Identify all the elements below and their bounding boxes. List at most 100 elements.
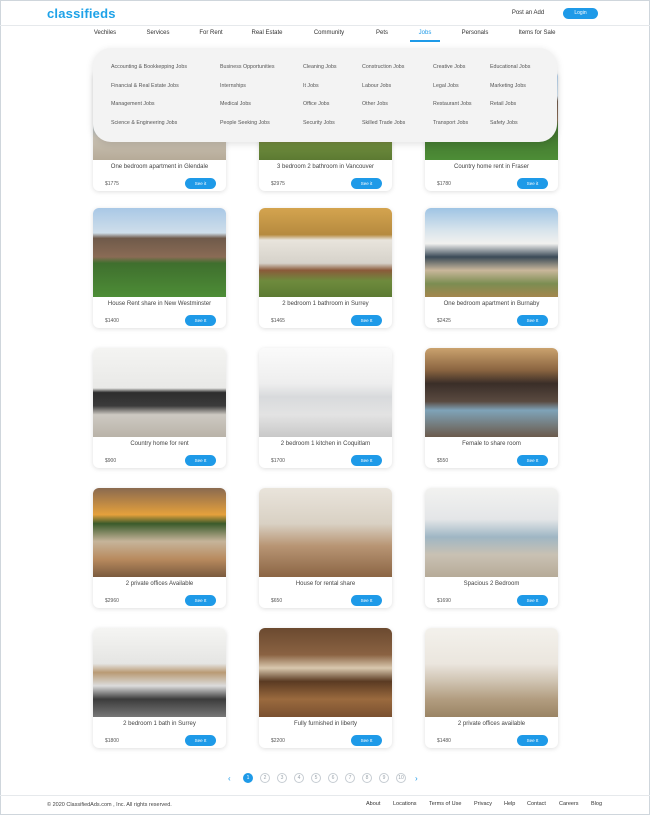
menu-item-marketing-jobs[interactable]: Marketing Jobs (490, 83, 526, 89)
listing-card[interactable]: Spacious 2 Bedroom $1690 See It (425, 488, 558, 608)
menu-item-office-jobs[interactable]: Office Jobs (303, 101, 329, 107)
listing-card[interactable]: Country home for rent $900 See It (93, 348, 226, 468)
listing-card[interactable]: Female to share room $550 See It (425, 348, 558, 468)
footer-link-blog[interactable]: Blog (591, 801, 602, 807)
listing-title[interactable]: 2 private offices Available (95, 581, 224, 587)
listing-title[interactable]: 2 bedroom 1 bath in Surrey (95, 721, 224, 727)
menu-item-medical-jobs[interactable]: Medical Jobs (220, 101, 251, 107)
see-it-button[interactable]: See It (351, 595, 382, 606)
nav-item-jobs[interactable]: Jobs (413, 30, 437, 36)
page-button-9[interactable]: 9 (379, 773, 389, 783)
menu-item-other-jobs[interactable]: Other Jobs (362, 101, 388, 107)
footer-link-terms[interactable]: Terms of Use (429, 801, 461, 807)
menu-item-labour-jobs[interactable]: Labour Jobs (362, 83, 391, 89)
menu-item-educational-jobs[interactable]: Educational Jobs (490, 64, 530, 70)
see-it-button[interactable]: See It (517, 735, 548, 746)
nav-item-vehicles[interactable]: Vechiles (90, 30, 120, 36)
listing-title[interactable]: One bedroom apartment in Burnaby (427, 301, 556, 307)
menu-item-construction-jobs[interactable]: Construction Jobs (362, 64, 404, 70)
menu-item-transport-jobs[interactable]: Transport Jobs (433, 120, 468, 126)
see-it-button[interactable]: See It (185, 315, 216, 326)
listing-title[interactable]: Female to share room (427, 441, 556, 447)
listing-title[interactable]: Country home for rent (95, 441, 224, 447)
listing-card[interactable]: 2 bedroom 1 bath in Surrey $1800 See It (93, 628, 226, 748)
footer-link-contact[interactable]: Contact (527, 801, 546, 807)
menu-item-it-jobs[interactable]: It Jobs (303, 83, 319, 89)
menu-item-creative-jobs[interactable]: Creative Jobs (433, 64, 465, 70)
listing-card[interactable]: 2 bedroom 1 kitchen in Coquitlam $1700 S… (259, 348, 392, 468)
listing-title[interactable]: Spacious 2 Bedroom (427, 581, 556, 587)
see-it-button[interactable]: See It (517, 315, 548, 326)
listing-photo[interactable] (259, 628, 392, 717)
menu-item-legal-jobs[interactable]: Legal Jobs (433, 83, 459, 89)
menu-item-retail-jobs[interactable]: Retail Jobs (490, 101, 516, 107)
nav-item-real-estate[interactable]: Real Estate (248, 30, 286, 36)
nav-item-for-rent[interactable]: For Rent (195, 30, 227, 36)
page-button-2[interactable]: 2 (260, 773, 270, 783)
page-button-6[interactable]: 6 (328, 773, 338, 783)
menu-item-accounting-jobs[interactable]: Accounting & Bookkepping Jobs (111, 64, 187, 70)
listing-title[interactable]: 2 bedroom 1 kitchen in Coquitlam (261, 441, 390, 447)
menu-item-business-opportunities[interactable]: Business Opportunities (220, 64, 274, 70)
listing-photo[interactable] (93, 488, 226, 577)
page-button-3[interactable]: 3 (277, 773, 287, 783)
menu-item-restaurant-jobs[interactable]: Restaurant Jobs (433, 101, 472, 107)
listing-title[interactable]: One bedroom apartment in Glendale (95, 164, 224, 170)
listing-photo[interactable] (93, 348, 226, 437)
listing-photo[interactable] (93, 628, 226, 717)
listing-card[interactable]: 2 private offices Available $2960 See It (93, 488, 226, 608)
nav-item-personals[interactable]: Personals (458, 30, 492, 36)
see-it-button[interactable]: See It (351, 735, 382, 746)
listing-photo[interactable] (259, 488, 392, 577)
footer-link-locations[interactable]: Locations (393, 801, 417, 807)
see-it-button[interactable]: See It (185, 735, 216, 746)
listing-photo[interactable] (259, 348, 392, 437)
menu-item-science-jobs[interactable]: Science & Engineering Jobs (111, 120, 177, 126)
page-button-10[interactable]: 10 (396, 773, 406, 783)
chevron-right-icon[interactable]: › (415, 774, 418, 783)
listing-title[interactable]: 3 bedroom 2 bathroom in Vancouver (261, 164, 390, 170)
listing-photo[interactable] (259, 208, 392, 297)
listing-photo[interactable] (93, 208, 226, 297)
listing-card[interactable]: House for rental share $650 See It (259, 488, 392, 608)
footer-link-about[interactable]: About (366, 801, 380, 807)
footer-link-help[interactable]: Help (504, 801, 515, 807)
nav-item-pets[interactable]: Pets (372, 30, 392, 36)
menu-item-cleaning-jobs[interactable]: Cleaning Jobs (303, 64, 337, 70)
page-button-1[interactable]: 1 (243, 773, 253, 783)
listing-card[interactable]: One bedroom apartment in Burnaby $2425 S… (425, 208, 558, 328)
see-it-button[interactable]: See It (517, 455, 548, 466)
listing-title[interactable]: 2 private offices available (427, 721, 556, 727)
menu-item-skilled-trade-jobs[interactable]: Skilled Trade Jobs (362, 120, 405, 126)
see-it-button[interactable]: See It (351, 455, 382, 466)
see-it-button[interactable]: See It (185, 595, 216, 606)
listing-photo[interactable] (425, 348, 558, 437)
nav-item-community[interactable]: Community (308, 30, 350, 36)
page-button-8[interactable]: 8 (362, 773, 372, 783)
menu-item-financial-jobs[interactable]: Financial & Real Estate Jobs (111, 83, 179, 89)
see-it-button[interactable]: See it (351, 178, 382, 189)
listing-title[interactable]: 2 bedroom 1 bathroom in Surrey (261, 301, 390, 307)
see-it-button[interactable]: See It (351, 315, 382, 326)
menu-item-people-seeking-jobs[interactable]: People Seeking Jobs (220, 120, 270, 126)
listing-photo[interactable] (425, 208, 558, 297)
page-button-4[interactable]: 4 (294, 773, 304, 783)
login-button[interactable]: Login (563, 8, 598, 19)
listing-card[interactable]: 2 private offices available $1480 See It (425, 628, 558, 748)
footer-link-privacy[interactable]: Privacy (474, 801, 492, 807)
menu-item-security-jobs[interactable]: Security Jobs (303, 120, 335, 126)
listing-card[interactable]: 2 bedroom 1 bathroom in Surrey $1465 See… (259, 208, 392, 328)
listing-title[interactable]: House for rental share (261, 581, 390, 587)
menu-item-safety-jobs[interactable]: Safety Jobs (490, 120, 518, 126)
page-button-5[interactable]: 5 (311, 773, 321, 783)
see-it-button[interactable]: See it (517, 178, 548, 189)
see-it-button[interactable]: See It (517, 595, 548, 606)
see-it-button[interactable]: See it (185, 178, 216, 189)
site-logo[interactable]: classifieds (47, 6, 116, 21)
listing-title[interactable]: House Rent share in New Westminster (95, 301, 224, 307)
listing-title[interactable]: Fully furnished in liberty (261, 721, 390, 727)
listing-photo[interactable] (425, 628, 558, 717)
listing-card[interactable]: House Rent share in New Westminster $140… (93, 208, 226, 328)
menu-item-internships[interactable]: Internships (220, 83, 246, 89)
post-ad-link[interactable]: Post an Add (500, 10, 556, 16)
